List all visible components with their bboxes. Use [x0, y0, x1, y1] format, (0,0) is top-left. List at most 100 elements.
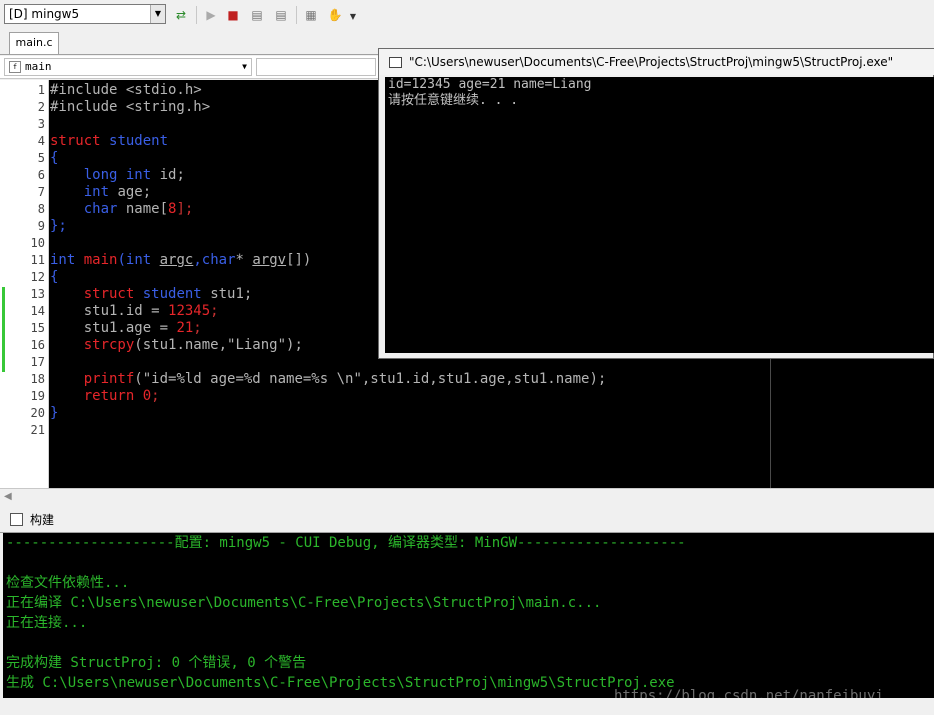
line-number: 8: [37, 202, 45, 216]
code-token: printf: [83, 371, 135, 387]
code-token: student: [109, 133, 169, 149]
line-number: 6: [37, 168, 45, 182]
line-number: 10: [30, 236, 45, 250]
code-token: *: [235, 252, 253, 268]
line-number: 9: [37, 219, 45, 233]
line-number: 3: [37, 117, 45, 131]
code-token: student: [142, 286, 202, 302]
code-line: return 0;: [50, 388, 770, 405]
code-token: struct: [83, 286, 135, 302]
code-token: 21: [176, 320, 194, 336]
status-bar: [0, 698, 934, 715]
code-token: #include <string.h>: [50, 99, 211, 115]
step-over-icon[interactable]: ▤: [272, 6, 290, 24]
code-token: int: [125, 252, 152, 268]
line-number: 15: [30, 321, 45, 335]
chevron-down-icon[interactable]: ▼: [150, 5, 165, 23]
toolbar: [D] mingw5 ▼ ⇄ ▶ ■ ▤ ▤ ▦ ✋ ▼: [0, 0, 934, 31]
line-number: 16: [30, 338, 45, 352]
console-titlebar[interactable]: "C:\Users\newuser\Documents\C-Free\Proje…: [379, 49, 934, 75]
code-token: }: [50, 405, 59, 421]
code-token: ,: [193, 252, 202, 268]
line-number: 2: [37, 100, 45, 114]
code-token: argv: [252, 252, 287, 268]
chevron-down-icon[interactable]: ▼: [242, 59, 247, 75]
code-token: struct: [50, 133, 101, 149]
code-token: ];: [176, 201, 194, 217]
scroll-left-icon[interactable]: ◀: [4, 491, 12, 502]
code-token: int: [125, 167, 152, 183]
code-token: ;: [193, 320, 202, 336]
line-number: 12: [30, 270, 45, 284]
build-line: 完成构建 StructProj: 0 个错误, 0 个警告: [6, 655, 307, 671]
code-token: int: [50, 252, 76, 268]
step-icon[interactable]: ▤: [248, 6, 266, 24]
line-number: 5: [37, 151, 45, 165]
build-pane-header: 构建: [0, 508, 934, 533]
editor-divider: [770, 358, 771, 488]
stop-icon[interactable]: ■: [224, 6, 242, 24]
code-token: []): [286, 252, 312, 268]
build-line: [3, 553, 934, 573]
line-number: 4: [37, 134, 45, 148]
code-token: char: [83, 201, 118, 217]
build-line: 检查文件依赖性...: [6, 575, 130, 591]
code-token: strcpy: [83, 337, 135, 353]
function-selector-value: main: [25, 60, 52, 73]
toolbar-separator: [296, 6, 297, 24]
build-pane-title: 构建: [30, 513, 55, 527]
line-number: 19: [30, 389, 45, 403]
code-token: long: [83, 167, 118, 183]
run-icon[interactable]: ▶: [202, 6, 220, 24]
code-token: #include <stdio.h>: [50, 82, 202, 98]
build-line: [3, 633, 934, 653]
console-output[interactable]: id=12345 age=21 name=Liang 请按任意键继续. . .: [385, 77, 934, 353]
function-selector[interactable]: f main ▼: [4, 58, 252, 76]
line-number: 20: [30, 406, 45, 420]
console-line: 请按任意键继续. . .: [388, 93, 519, 108]
line-number: 17: [30, 355, 45, 369]
hand-icon[interactable]: ✋: [326, 6, 344, 24]
console-title: "C:\Users\newuser\Documents\C-Free\Proje…: [409, 55, 894, 69]
code-token: ;: [151, 388, 160, 404]
change-marker: [2, 287, 5, 372]
build-line: 正在连接...: [6, 615, 88, 631]
line-number: 18: [30, 372, 45, 386]
line-number: 14: [30, 304, 45, 318]
code-token: stu1;: [210, 286, 253, 302]
code-token: (stu1.name,"Liang");: [134, 337, 303, 353]
debug-icon[interactable]: ▦: [302, 6, 320, 24]
line-number: 13: [30, 287, 45, 301]
more-chevron-icon[interactable]: ▼: [344, 8, 362, 26]
member-selector[interactable]: [256, 58, 376, 76]
line-number: 1: [37, 83, 45, 97]
toolbar-separator: [196, 6, 197, 24]
function-icon: f: [9, 61, 21, 73]
pane-splitter[interactable]: ◀: [0, 488, 934, 509]
code-token: stu1.id =: [83, 303, 169, 319]
editor-margin: [0, 80, 14, 488]
code-token: 0: [142, 388, 152, 404]
code-token: char: [201, 252, 236, 268]
tab-main-c[interactable]: main.c: [9, 32, 59, 54]
code-token: main: [83, 252, 118, 268]
code-token: 12345: [168, 303, 211, 319]
line-number: 21: [30, 423, 45, 437]
config-combo-value: [D] mingw5: [9, 7, 80, 21]
code-line: }: [50, 405, 770, 422]
code-token: {: [50, 150, 59, 166]
config-combo[interactable]: [D] mingw5 ▼: [4, 4, 166, 24]
code-line: printf("id=%ld age=%d name=%s \n",stu1.i…: [50, 371, 770, 388]
rebuild-icon[interactable]: ⇄: [172, 6, 190, 24]
code-token: return: [83, 388, 135, 404]
build-output[interactable]: --------------------配置: mingw5 - CUI Deb…: [3, 533, 934, 698]
line-number: 7: [37, 185, 45, 199]
code-token: (: [117, 252, 126, 268]
code-token: name[: [125, 201, 169, 217]
code-token: {: [50, 269, 59, 285]
console-icon: [389, 57, 402, 68]
console-window[interactable]: "C:\Users\newuser\Documents\C-Free\Proje…: [378, 48, 934, 359]
code-token: argc: [159, 252, 194, 268]
line-number: 11: [30, 253, 45, 267]
code-token: };: [50, 218, 67, 234]
